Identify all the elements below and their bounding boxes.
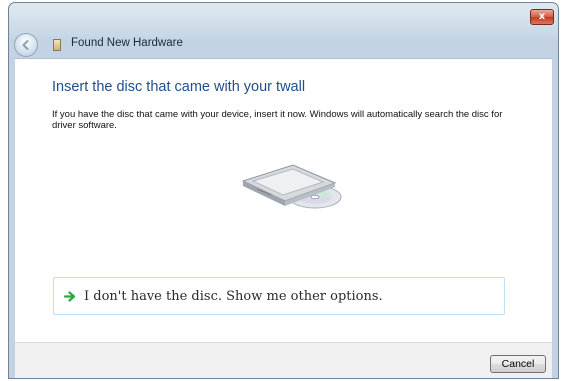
window-title: Found New Hardware (71, 37, 183, 49)
green-arrow-icon (64, 290, 76, 302)
no-disc-option[interactable]: I don't have the disc. Show me other opt… (53, 277, 505, 315)
wizard-window: x Found New Hardware Insert the disc tha… (8, 2, 559, 379)
page-heading: Insert the disc that came with your twal… (52, 79, 306, 95)
optical-drive-icon (241, 164, 342, 209)
instruction-text: If you have the disc that came with your… (52, 109, 503, 131)
button-bar: Cancel (15, 342, 552, 378)
content-panel: Insert the disc that came with your twal… (15, 58, 552, 343)
back-arrow-icon (22, 40, 29, 50)
no-disc-option-label: I don't have the disc. Show me other opt… (84, 288, 383, 304)
back-button[interactable] (14, 33, 38, 57)
close-button[interactable]: x (530, 9, 554, 25)
cancel-button[interactable]: Cancel (490, 355, 546, 373)
close-icon: x (538, 11, 546, 22)
hardware-device-icon (53, 39, 61, 51)
